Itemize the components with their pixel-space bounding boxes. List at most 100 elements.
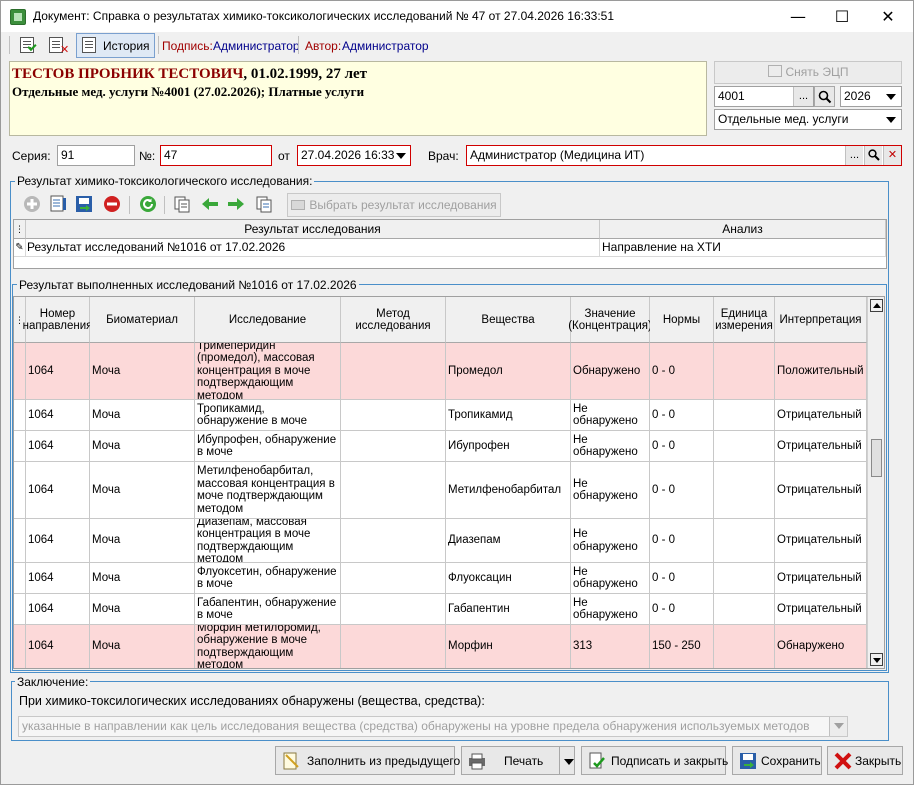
cell-method <box>341 625 446 668</box>
cell-biomaterial: Моча <box>90 519 195 562</box>
sign-document-button[interactable] <box>16 33 42 57</box>
conclusion-select[interactable]: указанные в направлении как цель исследо… <box>18 716 848 737</box>
edit-button[interactable] <box>49 195 67 213</box>
cell-value: Не обнаружено <box>571 563 650 593</box>
copy-button[interactable] <box>173 195 191 213</box>
table-row[interactable]: 1064 Моча Ибупрофен, обнаружение в моче Ибу… <box>14 431 867 462</box>
cell-study: Ибупрофен, обнаружение в моче <box>195 431 341 461</box>
conclusion-dropdown-button[interactable] <box>829 717 847 736</box>
delete-button[interactable] <box>103 195 121 213</box>
cell-study: Диазепам, массовая концентрация в моче п… <box>195 519 341 562</box>
table-row[interactable]: 1064 Моча Морфин метилбромид, обнаружение … <box>14 625 867 668</box>
service-type-select[interactable]: Отдельные мед. услуги <box>714 109 902 130</box>
column-header-result[interactable]: Результат исследования <box>26 220 600 239</box>
code-search-button[interactable] <box>814 86 835 107</box>
cell-study: Габапентин, обнаружение в моче <box>195 594 341 624</box>
select-result-button[interactable]: Выбрать результат исследования <box>287 193 501 217</box>
service-code-value: 4001 <box>718 89 745 103</box>
cell-direction-number: 1064 <box>26 519 90 562</box>
doctor-label: Врач: <box>428 149 459 163</box>
column-header-unit[interactable]: Единица измерения <box>714 297 775 343</box>
save-button[interactable]: Сохранить <box>732 746 822 775</box>
service-code-input[interactable]: 4001 ... <box>714 86 814 107</box>
cell-study: Тримеперидин (промедол), массовая концен… <box>195 343 341 399</box>
column-header-biomaterial[interactable]: Биоматериал <box>90 297 195 343</box>
conclusion-title: Заключение: <box>15 675 91 689</box>
cell-interpretation: Отрицательный <box>775 594 867 624</box>
patient-header: ТЕСТОВ ПРОБНИК ТЕСТОВИЧ, 01.02.1999, 27 … <box>9 61 707 136</box>
date-input[interactable]: 27.04.2026 16:33 <box>297 145 411 166</box>
column-header-norms[interactable]: Нормы <box>650 297 714 343</box>
research-group-title: Результат химико-токсикологического иссл… <box>15 174 315 188</box>
row-indicator <box>14 400 26 430</box>
cell-norm: 0 - 0 <box>650 519 714 562</box>
column-header-study[interactable]: Исследование <box>195 297 341 343</box>
author-value: Администратор <box>342 39 429 53</box>
cell-method <box>341 343 446 399</box>
cell-biomaterial: Моча <box>90 431 195 461</box>
move-right-button[interactable] <box>227 195 245 213</box>
table-row[interactable]: 1064 Моча Флуоксетин, обнаружение в моче Фл… <box>14 563 867 594</box>
fill-from-previous-button[interactable]: Заполнить из предыдущего <box>275 746 460 775</box>
column-header-direction[interactable]: Номер направления <box>23 297 92 343</box>
scroll-down-button[interactable] <box>870 653 883 666</box>
delete-icon <box>104 196 120 212</box>
table-row-result[interactable]: Результат исследований №1016 от 17.02.20… <box>26 239 600 257</box>
results-scrollbar[interactable] <box>867 297 884 668</box>
doctor-input[interactable]: Администратор (Медицина ИТ) ... ✕ <box>466 145 902 166</box>
row-indicator <box>14 625 26 668</box>
column-header-substance[interactable]: Вещества <box>446 297 571 343</box>
column-header-value[interactable]: Значение (Концентрация) <box>568 297 652 343</box>
table-row[interactable]: 1064 Моча Габапентин, обнаружение в моче Га… <box>14 594 867 625</box>
cell-value: Не обнаружено <box>571 519 650 562</box>
table-row-analysis[interactable]: Направление на ХТИ <box>600 239 886 257</box>
sign-and-close-button[interactable]: Подписать и закрыть <box>581 746 728 775</box>
paste-button[interactable] <box>255 195 273 213</box>
number-input[interactable]: 47 <box>160 145 272 166</box>
doctor-clear-button[interactable]: ✕ <box>883 146 901 165</box>
unsign-document-button[interactable]: ✕ <box>45 33 71 57</box>
table-row[interactable]: 1064 Моча Тримеперидин (промедол), массова… <box>14 343 867 400</box>
scroll-thumb[interactable] <box>871 439 882 477</box>
column-header-analysis[interactable]: Анализ <box>600 220 886 239</box>
cell-substance: Диазепам <box>446 519 571 562</box>
print-button[interactable]: Печать <box>461 746 575 775</box>
move-left-button[interactable] <box>201 195 219 213</box>
doctor-lookup-button[interactable]: ... <box>845 146 863 165</box>
table-row[interactable]: 1064 Моча Метилфенобарбитал, массовая конц… <box>14 462 867 519</box>
code-lookup-button[interactable]: ... <box>793 87 813 106</box>
add-icon <box>24 196 40 212</box>
table-row[interactable]: 1064 Моча Диазепам, массовая концентрация … <box>14 519 867 563</box>
import-button[interactable] <box>75 195 93 213</box>
print-dropdown-icon[interactable] <box>564 759 574 765</box>
history-button[interactable]: История <box>76 33 155 58</box>
add-button[interactable] <box>23 195 41 213</box>
table-row[interactable]: 1064 Моча Тропикамид, обнаружение в моче Тр… <box>14 400 867 431</box>
maximize-button[interactable]: ☐ <box>819 1 865 32</box>
cell-direction-number: 1064 <box>26 343 90 399</box>
scroll-up-button[interactable] <box>870 299 883 312</box>
patient-details: , 01.02.1999, 27 лет <box>243 66 368 82</box>
cell-interpretation: Отрицательный <box>775 563 867 593</box>
doctor-search-button[interactable] <box>864 146 882 165</box>
refresh-button[interactable] <box>139 195 157 213</box>
date-value: 27.04.2026 16:33 <box>301 148 395 162</box>
results-group-title: Результат выполненных исследований №1016… <box>17 278 359 292</box>
cell-interpretation: Обнаружено <box>775 625 867 668</box>
year-value: 2026 <box>844 89 871 103</box>
row-indicator <box>14 462 26 518</box>
close-window-button[interactable]: ✕ <box>865 1 911 32</box>
column-header-method[interactable]: Метод исследования <box>341 297 446 343</box>
cell-direction-number: 1064 <box>26 400 90 430</box>
close-button[interactable]: Закрыть <box>827 746 903 775</box>
close-label: Закрыть <box>855 754 902 768</box>
year-select[interactable]: 2026 <box>840 86 902 107</box>
series-input[interactable]: 91 <box>57 145 135 166</box>
toolbar-separator <box>158 36 159 54</box>
remove-signature-button[interactable]: Снять ЭЦП <box>714 61 902 84</box>
column-header-interpretation[interactable]: Интерпретация <box>775 297 867 343</box>
minimize-button[interactable]: — <box>775 1 821 32</box>
cell-value: Не обнаружено <box>571 400 650 430</box>
cell-biomaterial: Моча <box>90 594 195 624</box>
author-label: Автор: <box>305 39 342 53</box>
